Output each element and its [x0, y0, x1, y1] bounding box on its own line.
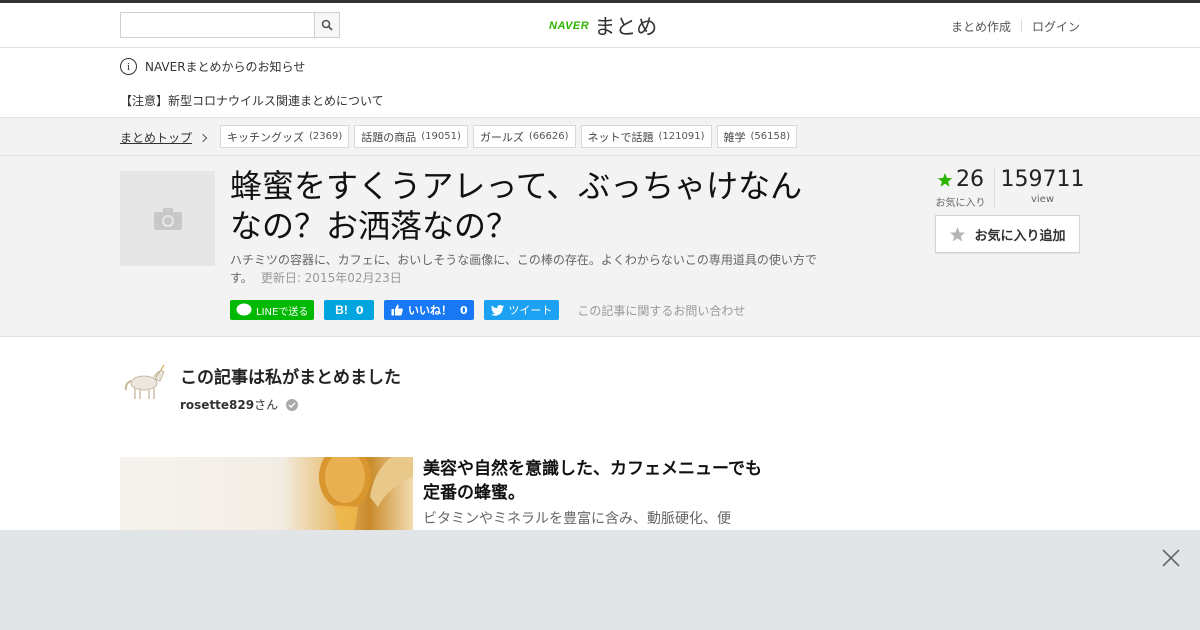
tag-label: ガールズ [479, 130, 524, 144]
camera-icon [153, 207, 182, 230]
breadcrumb-top-label: まとめトップ [120, 131, 193, 145]
author-name-row: rosette829 さん [180, 396, 401, 413]
updated-date: 更新日: 2015年02月23日 [260, 271, 402, 285]
thumbs-up-icon [391, 304, 403, 316]
logo-brand: NAVER [549, 20, 590, 32]
twitter-bird-icon [491, 304, 505, 316]
line-share-button[interactable]: LINEで送る [230, 300, 315, 320]
views-count: 159711 [1000, 167, 1085, 192]
views-label: view [1030, 194, 1055, 205]
favorites-count: 26 [956, 167, 984, 192]
tag-count: (121091) [658, 131, 705, 142]
site-logo[interactable]: NAVER まとめ [549, 11, 657, 41]
facebook-like-button[interactable]: いいね！ 0 [384, 300, 475, 320]
breadcrumb: まとめトップ キッチングッズ (2369) 話題の商品 (19051) ガールズ (6… [0, 118, 1200, 156]
article-header: 蜂蜜をすくうアレって、ぶっちゃけなんなの？お洒落なの？ ハチミツの容器に、カフェ… [0, 156, 1200, 337]
search-button[interactable] [314, 13, 339, 37]
line-share-label: LINEで送る [256, 306, 309, 318]
item-text: ビタミンやミネラルを豊富に含み、動脈硬化、便 [423, 511, 731, 527]
tweet-label: ツイート [508, 304, 553, 317]
category-tags: キッチングッズ (2369) 話題の商品 (19051) ガールズ (66626) ネ… [220, 125, 802, 148]
article-title: 蜂蜜をすくうアレって、ぶっちゃけなんなの？お洒落なの？ [230, 167, 803, 245]
tag-count: (19051) [421, 131, 461, 142]
facebook-like-label: いいね！ [408, 304, 452, 317]
category-tag[interactable]: ガールズ (66626) [472, 125, 576, 148]
author-suffix: さん [254, 398, 279, 412]
create-matome-link[interactable]: まとめ作成 [941, 18, 1021, 35]
notice-header: i NAVERまとめからのお知らせ [120, 58, 305, 75]
star-icon [937, 173, 953, 187]
hatena-icon: B! [335, 303, 348, 317]
tweet-button[interactable]: ツイート [484, 300, 560, 320]
tag-label: ネットで話題 [587, 130, 654, 144]
info-icon: i [120, 58, 137, 75]
notice-section: i NAVERまとめからのお知らせ 【注意】新型コロナウイルス関連まとめについて [0, 48, 1200, 118]
add-favorite-label: お気に入り追加 [974, 228, 1066, 244]
tag-label: キッチングッズ [227, 130, 304, 144]
article-stats: 26 お気に入り 159711 view [931, 167, 1085, 209]
search-box [120, 12, 340, 38]
article-description: ハチミツの容器に、カフェに、おいしそうな画像に、この棒の存在。よくわからないこの… [230, 251, 825, 287]
hatena-bookmark-button[interactable]: B! 0 [324, 300, 375, 320]
breadcrumb-top-link[interactable]: まとめトップ [120, 129, 208, 146]
close-icon[interactable] [1162, 549, 1180, 567]
star-outline-icon [950, 226, 966, 242]
header-links: まとめ作成 ログイン [941, 18, 1080, 35]
notice-link[interactable]: 【注意】新型コロナウイルス関連まとめについて [120, 92, 384, 109]
site-header: NAVER まとめ まとめ作成 ログイン [0, 3, 1200, 48]
category-tag[interactable]: 雑学 (56158) [716, 125, 798, 148]
views-stat: 159711 view [995, 167, 1085, 209]
author-section: この記事は私がまとめました rosette829 さん [120, 357, 401, 413]
favorites-stat: 26 お気に入り [931, 168, 995, 209]
verified-check-icon [286, 398, 299, 411]
logo-text: まとめ [594, 15, 658, 39]
article-thumbnail [120, 171, 215, 266]
line-icon [236, 303, 252, 316]
favorites-number: 26 [931, 168, 990, 192]
tag-label: 雑学 [723, 130, 746, 144]
ad-overlay [0, 530, 1200, 630]
add-favorite-button[interactable]: お気に入り追加 [935, 215, 1080, 253]
contact-link[interactable]: この記事に関するお問い合わせ [577, 302, 745, 319]
social-buttons: LINEで送る B! 0 いいね！ 0 ツイート この記事に関するお問い合わせ [230, 300, 745, 320]
tag-label: 話題の商品 [361, 130, 417, 144]
avatar[interactable] [120, 357, 168, 405]
tag-count: (56158) [750, 131, 791, 142]
category-tag[interactable]: ネットで話題 (121091) [580, 125, 712, 148]
notice-title: NAVERまとめからのお知らせ [145, 60, 306, 74]
tag-count: (2369) [309, 131, 343, 142]
tag-count: (66626) [528, 131, 569, 142]
search-input[interactable] [121, 13, 314, 37]
author-heading: この記事は私がまとめました [180, 368, 401, 388]
author-info: この記事は私がまとめました rosette829 さん [180, 357, 401, 413]
author-name[interactable]: rosette829 [180, 398, 254, 412]
category-tag[interactable]: 話題の商品 (19051) [354, 125, 468, 148]
favorites-label: お気に入り [935, 198, 986, 209]
hatena-count: 0 [355, 303, 364, 317]
search-icon [321, 19, 333, 31]
unicorn-avatar-icon [120, 357, 168, 405]
category-tag[interactable]: キッチングッズ (2369) [220, 125, 350, 148]
facebook-like-count: 0 [460, 303, 468, 317]
honey-dipper-image[interactable] [120, 445, 413, 537]
login-link[interactable]: ログイン [1022, 18, 1080, 35]
chevron-right-icon [198, 133, 208, 142]
honey-dipper-illustration [319, 445, 413, 537]
item-heading: 美容や自然を意識した、カフェメニューでも定番の蜂蜜。 [423, 459, 762, 503]
